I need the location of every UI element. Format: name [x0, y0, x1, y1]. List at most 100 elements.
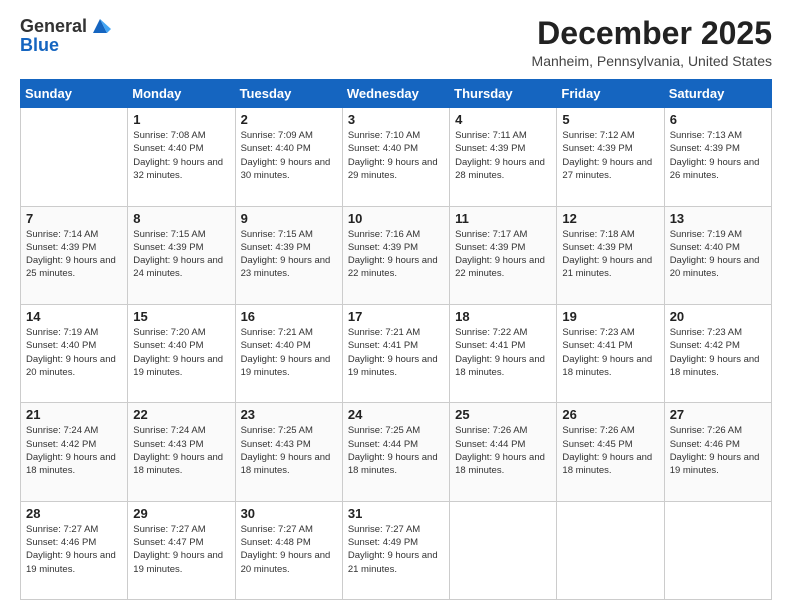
day-info: Sunrise: 7:26 AMSunset: 4:44 PMDaylight:… — [455, 424, 551, 477]
calendar-cell: 15Sunrise: 7:20 AMSunset: 4:40 PMDayligh… — [128, 304, 235, 402]
calendar-cell: 29Sunrise: 7:27 AMSunset: 4:47 PMDayligh… — [128, 501, 235, 599]
calendar-cell: 14 Sunrise: 7:19 AMSunset: 4:40 PMDayligh… — [21, 304, 128, 402]
page: General Blue December 2025 Manheim, Penn… — [0, 0, 792, 612]
day-number: 30 — [241, 506, 337, 521]
day-number: 17 — [348, 309, 444, 324]
calendar-week-row: 14 Sunrise: 7:19 AMSunset: 4:40 PMDayligh… — [21, 304, 772, 402]
calendar-cell: 7 Sunrise: 7:14 AMSunset: 4:39 PMDaylight… — [21, 206, 128, 304]
col-header-sunday: Sunday — [21, 80, 128, 108]
calendar-week-row: 21Sunrise: 7:24 AMSunset: 4:42 PMDayligh… — [21, 403, 772, 501]
col-header-monday: Monday — [128, 80, 235, 108]
calendar-cell — [450, 501, 557, 599]
day-number: 4 — [455, 112, 551, 127]
day-number: 29 — [133, 506, 229, 521]
day-number: 13 — [670, 211, 766, 226]
calendar-cell: 28 Sunrise: 7:27 AMSunset: 4:46 PMDayligh… — [21, 501, 128, 599]
calendar-week-row: 7 Sunrise: 7:14 AMSunset: 4:39 PMDaylight… — [21, 206, 772, 304]
calendar-cell: 20 Sunrise: 7:23 AMSunset: 4:42 PMDayligh… — [664, 304, 771, 402]
day-info: Sunrise: 7:10 AMSunset: 4:40 PMDaylight:… — [348, 129, 444, 182]
location: Manheim, Pennsylvania, United States — [532, 53, 772, 69]
col-header-saturday: Saturday — [664, 80, 771, 108]
month-title: December 2025 — [532, 16, 772, 51]
calendar-cell: 24Sunrise: 7:25 AMSunset: 4:44 PMDayligh… — [342, 403, 449, 501]
day-number: 10 — [348, 211, 444, 226]
calendar-cell: 16 Sunrise: 7:21 AMSunset: 4:40 PMDayligh… — [235, 304, 342, 402]
calendar-cell — [557, 501, 664, 599]
day-number: 25 — [455, 407, 551, 422]
day-info: Sunrise: 7:11 AMSunset: 4:39 PMDaylight:… — [455, 129, 551, 182]
calendar-table: SundayMondayTuesdayWednesdayThursdayFrid… — [20, 79, 772, 600]
day-info: Sunrise: 7:23 AMSunset: 4:42 PMDaylight:… — [670, 326, 766, 379]
day-number: 11 — [455, 211, 551, 226]
day-number: 6 — [670, 112, 766, 127]
day-number: 16 — [241, 309, 337, 324]
day-info: Sunrise: 7:26 AMSunset: 4:45 PMDaylight:… — [562, 424, 658, 477]
calendar-cell: 30 Sunrise: 7:27 AMSunset: 4:48 PMDayligh… — [235, 501, 342, 599]
day-info: Sunrise: 7:14 AMSunset: 4:39 PMDaylight:… — [26, 228, 122, 281]
calendar-cell: 11 Sunrise: 7:17 AMSunset: 4:39 PMDayligh… — [450, 206, 557, 304]
day-info: Sunrise: 7:27 AMSunset: 4:46 PMDaylight:… — [26, 523, 122, 576]
day-number: 20 — [670, 309, 766, 324]
day-info: Sunrise: 7:24 AMSunset: 4:42 PMDaylight:… — [26, 424, 122, 477]
day-info: Sunrise: 7:16 AMSunset: 4:39 PMDaylight:… — [348, 228, 444, 281]
day-number: 19 — [562, 309, 658, 324]
day-number: 24 — [348, 407, 444, 422]
calendar-week-row: 28 Sunrise: 7:27 AMSunset: 4:46 PMDayligh… — [21, 501, 772, 599]
logo-icon — [89, 15, 111, 37]
calendar-cell: 19 Sunrise: 7:23 AMSunset: 4:41 PMDayligh… — [557, 304, 664, 402]
day-number: 22 — [133, 407, 229, 422]
day-number: 7 — [26, 211, 122, 226]
day-info: Sunrise: 7:19 AMSunset: 4:40 PMDaylight:… — [670, 228, 766, 281]
day-number: 14 — [26, 309, 122, 324]
calendar-cell: 18 Sunrise: 7:22 AMSunset: 4:41 PMDayligh… — [450, 304, 557, 402]
day-number: 28 — [26, 506, 122, 521]
day-number: 31 — [348, 506, 444, 521]
day-number: 18 — [455, 309, 551, 324]
day-number: 8 — [133, 211, 229, 226]
day-number: 23 — [241, 407, 337, 422]
day-info: Sunrise: 7:13 AMSunset: 4:39 PMDaylight:… — [670, 129, 766, 182]
day-info: Sunrise: 7:08 AMSunset: 4:40 PMDaylight:… — [133, 129, 229, 182]
calendar-cell: 22 Sunrise: 7:24 AMSunset: 4:43 PMDayligh… — [128, 403, 235, 501]
logo-general-text: General — [20, 16, 87, 37]
day-info: Sunrise: 7:25 AMSunset: 4:43 PMDaylight:… — [241, 424, 337, 477]
day-info: Sunrise: 7:18 AMSunset: 4:39 PMDaylight:… — [562, 228, 658, 281]
day-info: Sunrise: 7:17 AMSunset: 4:39 PMDaylight:… — [455, 228, 551, 281]
calendar-cell: 25 Sunrise: 7:26 AMSunset: 4:44 PMDayligh… — [450, 403, 557, 501]
day-info: Sunrise: 7:15 AMSunset: 4:39 PMDaylight:… — [241, 228, 337, 281]
day-info: Sunrise: 7:21 AMSunset: 4:41 PMDaylight:… — [348, 326, 444, 379]
day-info: Sunrise: 7:21 AMSunset: 4:40 PMDaylight:… — [241, 326, 337, 379]
calendar-cell — [664, 501, 771, 599]
day-info: Sunrise: 7:27 AMSunset: 4:48 PMDaylight:… — [241, 523, 337, 576]
calendar-cell: 5Sunrise: 7:12 AMSunset: 4:39 PMDaylight… — [557, 108, 664, 206]
calendar-cell: 21Sunrise: 7:24 AMSunset: 4:42 PMDayligh… — [21, 403, 128, 501]
day-info: Sunrise: 7:20 AMSunset: 4:40 PMDaylight:… — [133, 326, 229, 379]
day-number: 12 — [562, 211, 658, 226]
day-info: Sunrise: 7:26 AMSunset: 4:46 PMDaylight:… — [670, 424, 766, 477]
calendar-week-row: 1 Sunrise: 7:08 AMSunset: 4:40 PMDaylight… — [21, 108, 772, 206]
day-info: Sunrise: 7:19 AMSunset: 4:40 PMDaylight:… — [26, 326, 122, 379]
day-number: 27 — [670, 407, 766, 422]
day-number: 2 — [241, 112, 337, 127]
calendar-cell: 4 Sunrise: 7:11 AMSunset: 4:39 PMDaylight… — [450, 108, 557, 206]
logo-blue-text: Blue — [20, 35, 111, 56]
day-info: Sunrise: 7:22 AMSunset: 4:41 PMDaylight:… — [455, 326, 551, 379]
calendar-cell: 8Sunrise: 7:15 AMSunset: 4:39 PMDaylight… — [128, 206, 235, 304]
calendar-cell: 12 Sunrise: 7:18 AMSunset: 4:39 PMDayligh… — [557, 206, 664, 304]
day-info: Sunrise: 7:27 AMSunset: 4:49 PMDaylight:… — [348, 523, 444, 576]
day-info: Sunrise: 7:23 AMSunset: 4:41 PMDaylight:… — [562, 326, 658, 379]
calendar-cell: 17 Sunrise: 7:21 AMSunset: 4:41 PMDayligh… — [342, 304, 449, 402]
title-block: December 2025 Manheim, Pennsylvania, Uni… — [532, 16, 772, 69]
calendar-cell: 6 Sunrise: 7:13 AMSunset: 4:39 PMDaylight… — [664, 108, 771, 206]
day-number: 26 — [562, 407, 658, 422]
calendar-cell: 3 Sunrise: 7:10 AMSunset: 4:40 PMDaylight… — [342, 108, 449, 206]
calendar-cell: 9Sunrise: 7:15 AMSunset: 4:39 PMDaylight… — [235, 206, 342, 304]
header: General Blue December 2025 Manheim, Penn… — [20, 16, 772, 69]
day-info: Sunrise: 7:24 AMSunset: 4:43 PMDaylight:… — [133, 424, 229, 477]
col-header-tuesday: Tuesday — [235, 80, 342, 108]
calendar-cell: 2Sunrise: 7:09 AMSunset: 4:40 PMDaylight… — [235, 108, 342, 206]
day-number: 3 — [348, 112, 444, 127]
calendar-cell: 10 Sunrise: 7:16 AMSunset: 4:39 PMDayligh… — [342, 206, 449, 304]
day-number: 1 — [133, 112, 229, 127]
day-info: Sunrise: 7:12 AMSunset: 4:39 PMDaylight:… — [562, 129, 658, 182]
